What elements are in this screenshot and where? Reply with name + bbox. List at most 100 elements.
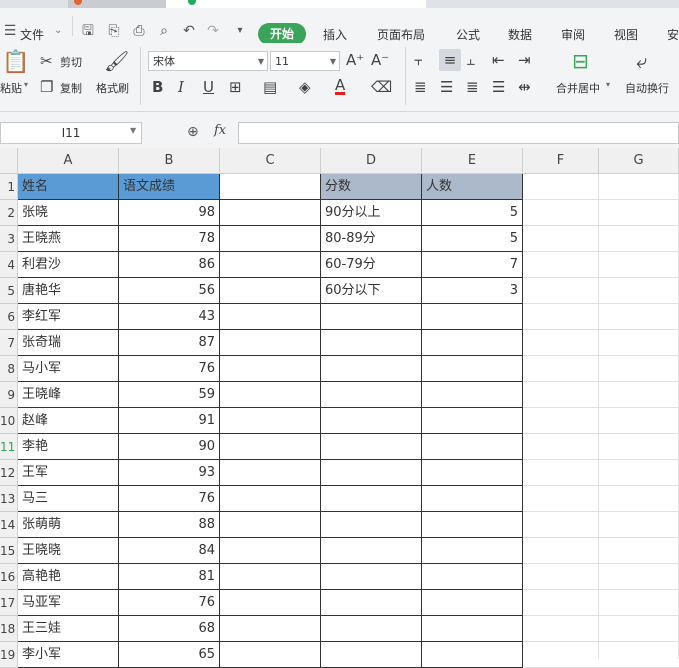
cell-e6[interactable]	[422, 304, 523, 330]
distributed-icon[interactable]: ⇹	[518, 78, 531, 96]
cell-c7[interactable]	[220, 330, 321, 356]
cell-c17[interactable]	[220, 590, 321, 616]
cell-c8[interactable]	[220, 356, 321, 382]
cell-d11[interactable]	[321, 434, 422, 460]
cell-e11[interactable]	[422, 434, 523, 460]
row-header-13[interactable]: 13	[0, 486, 18, 512]
cell-a12[interactable]: 王军	[18, 460, 119, 486]
cell-e1[interactable]: 人数	[422, 174, 523, 200]
cell-e9[interactable]	[422, 382, 523, 408]
cell-d8[interactable]	[321, 356, 422, 382]
align-right-icon[interactable]: ≣	[466, 78, 479, 96]
cell-e8[interactable]	[422, 356, 523, 382]
cell-a16[interactable]: 高艳艳	[18, 564, 119, 590]
tab-security[interactable]: 安	[667, 26, 679, 43]
font-size-select[interactable]: 11 ▼	[270, 51, 340, 71]
cell-d13[interactable]	[321, 486, 422, 512]
copy-icon[interactable]: ❐	[40, 78, 53, 96]
row-header-8[interactable]: 8	[0, 356, 18, 382]
cell-a4[interactable]: 利君沙	[18, 252, 119, 278]
row-header-4[interactable]: 4	[0, 252, 18, 278]
cell-e17[interactable]	[422, 590, 523, 616]
export-icon[interactable]: ⎘	[106, 23, 122, 39]
tab-page-layout[interactable]: 页面布局	[377, 26, 425, 43]
cell-c15[interactable]	[220, 538, 321, 564]
column-header-d[interactable]: D	[321, 148, 422, 174]
align-top-icon[interactable]: ⫟	[414, 51, 423, 69]
paste-button[interactable]: 粘贴	[0, 80, 22, 96]
chevron-down-icon[interactable]: ▼	[130, 126, 136, 135]
save-icon[interactable]: 🖫	[80, 23, 96, 39]
italic-icon[interactable]: I	[178, 78, 184, 96]
cell-a17[interactable]: 马亚军	[18, 590, 119, 616]
tab-view[interactable]: 视图	[614, 26, 638, 43]
column-header-b[interactable]: B	[119, 148, 220, 174]
cell-d6[interactable]	[321, 304, 422, 330]
font-color-icon[interactable]: A	[335, 76, 345, 94]
row-header-10[interactable]: 10	[0, 408, 18, 434]
cell-d19[interactable]	[321, 642, 422, 668]
cell-e3[interactable]: 5	[422, 226, 523, 252]
cell-b4[interactable]: 86	[119, 252, 220, 278]
row-header-14[interactable]: 14	[0, 512, 18, 538]
zoom-icon[interactable]: ⊕	[187, 124, 199, 140]
cut-button[interactable]: 剪切	[60, 54, 82, 70]
cell-b16[interactable]: 81	[119, 564, 220, 590]
cell-b14[interactable]: 88	[119, 512, 220, 538]
cell-b9[interactable]: 59	[119, 382, 220, 408]
cell-d17[interactable]	[321, 590, 422, 616]
cell-b7[interactable]: 87	[119, 330, 220, 356]
cell-a19[interactable]: 李小军	[18, 642, 119, 668]
underline-icon[interactable]: U	[203, 78, 214, 96]
row-header-12[interactable]: 12	[0, 460, 18, 486]
cell-e4[interactable]: 7	[422, 252, 523, 278]
cell-b10[interactable]: 91	[119, 408, 220, 434]
row-header-6[interactable]: 6	[0, 304, 18, 330]
row-header-9[interactable]: 9	[0, 382, 18, 408]
chevron-down-icon[interactable]: ▾	[24, 80, 28, 89]
cell-d12[interactable]	[321, 460, 422, 486]
print-preview-icon[interactable]: ⌕	[156, 23, 172, 39]
scissors-icon[interactable]: ✂	[40, 52, 53, 70]
tab-insert[interactable]: 插入	[323, 26, 347, 43]
decrease-font-icon[interactable]: A⁻	[371, 51, 389, 69]
tab-formulas[interactable]: 公式	[456, 26, 480, 43]
row-header-1[interactable]: 1	[0, 174, 18, 200]
tab-data[interactable]: 数据	[508, 26, 532, 43]
align-bottom-icon[interactable]: ⫠	[466, 51, 475, 69]
file-menu[interactable]: 文件	[20, 26, 44, 43]
cell-c11[interactable]	[220, 434, 321, 460]
cell-b8[interactable]: 76	[119, 356, 220, 382]
fill-color-icon[interactable]: ◈	[299, 78, 311, 96]
row-header-18[interactable]: 18	[0, 616, 18, 642]
cell-c3[interactable]	[220, 226, 321, 252]
cell-d18[interactable]	[321, 616, 422, 642]
cell-b18[interactable]: 68	[119, 616, 220, 642]
print-icon[interactable]: ⎙	[131, 23, 147, 39]
row-header-16[interactable]: 16	[0, 564, 18, 590]
cell-a2[interactable]: 张晓	[18, 200, 119, 226]
cell-c16[interactable]	[220, 564, 321, 590]
redo-icon[interactable]: ↷	[205, 23, 221, 39]
cell-a9[interactable]: 王晓峰	[18, 382, 119, 408]
row-header-15[interactable]: 15	[0, 538, 18, 564]
cell-c9[interactable]	[220, 382, 321, 408]
increase-font-icon[interactable]: A⁺	[346, 51, 364, 69]
cell-b5[interactable]: 56	[119, 278, 220, 304]
bold-icon[interactable]: B	[152, 78, 163, 96]
cell-d4[interactable]: 60-79分	[321, 252, 422, 278]
cell-c1[interactable]	[220, 174, 321, 200]
format-painter-button[interactable]: 格式刷	[96, 80, 129, 96]
cell-c19[interactable]	[220, 642, 321, 668]
align-center-icon[interactable]: ☰	[440, 78, 453, 96]
cell-c12[interactable]	[220, 460, 321, 486]
increase-indent-icon[interactable]: ⇥	[518, 51, 531, 69]
cell-c4[interactable]	[220, 252, 321, 278]
formula-input[interactable]	[238, 122, 679, 144]
paste-icon[interactable]: 📋	[2, 51, 29, 75]
cell-e18[interactable]	[422, 616, 523, 642]
cell-e5[interactable]: 3	[422, 278, 523, 304]
wrap-text-button[interactable]: 自动换行	[625, 80, 669, 96]
cell-b12[interactable]: 93	[119, 460, 220, 486]
column-header-e[interactable]: E	[422, 148, 523, 174]
